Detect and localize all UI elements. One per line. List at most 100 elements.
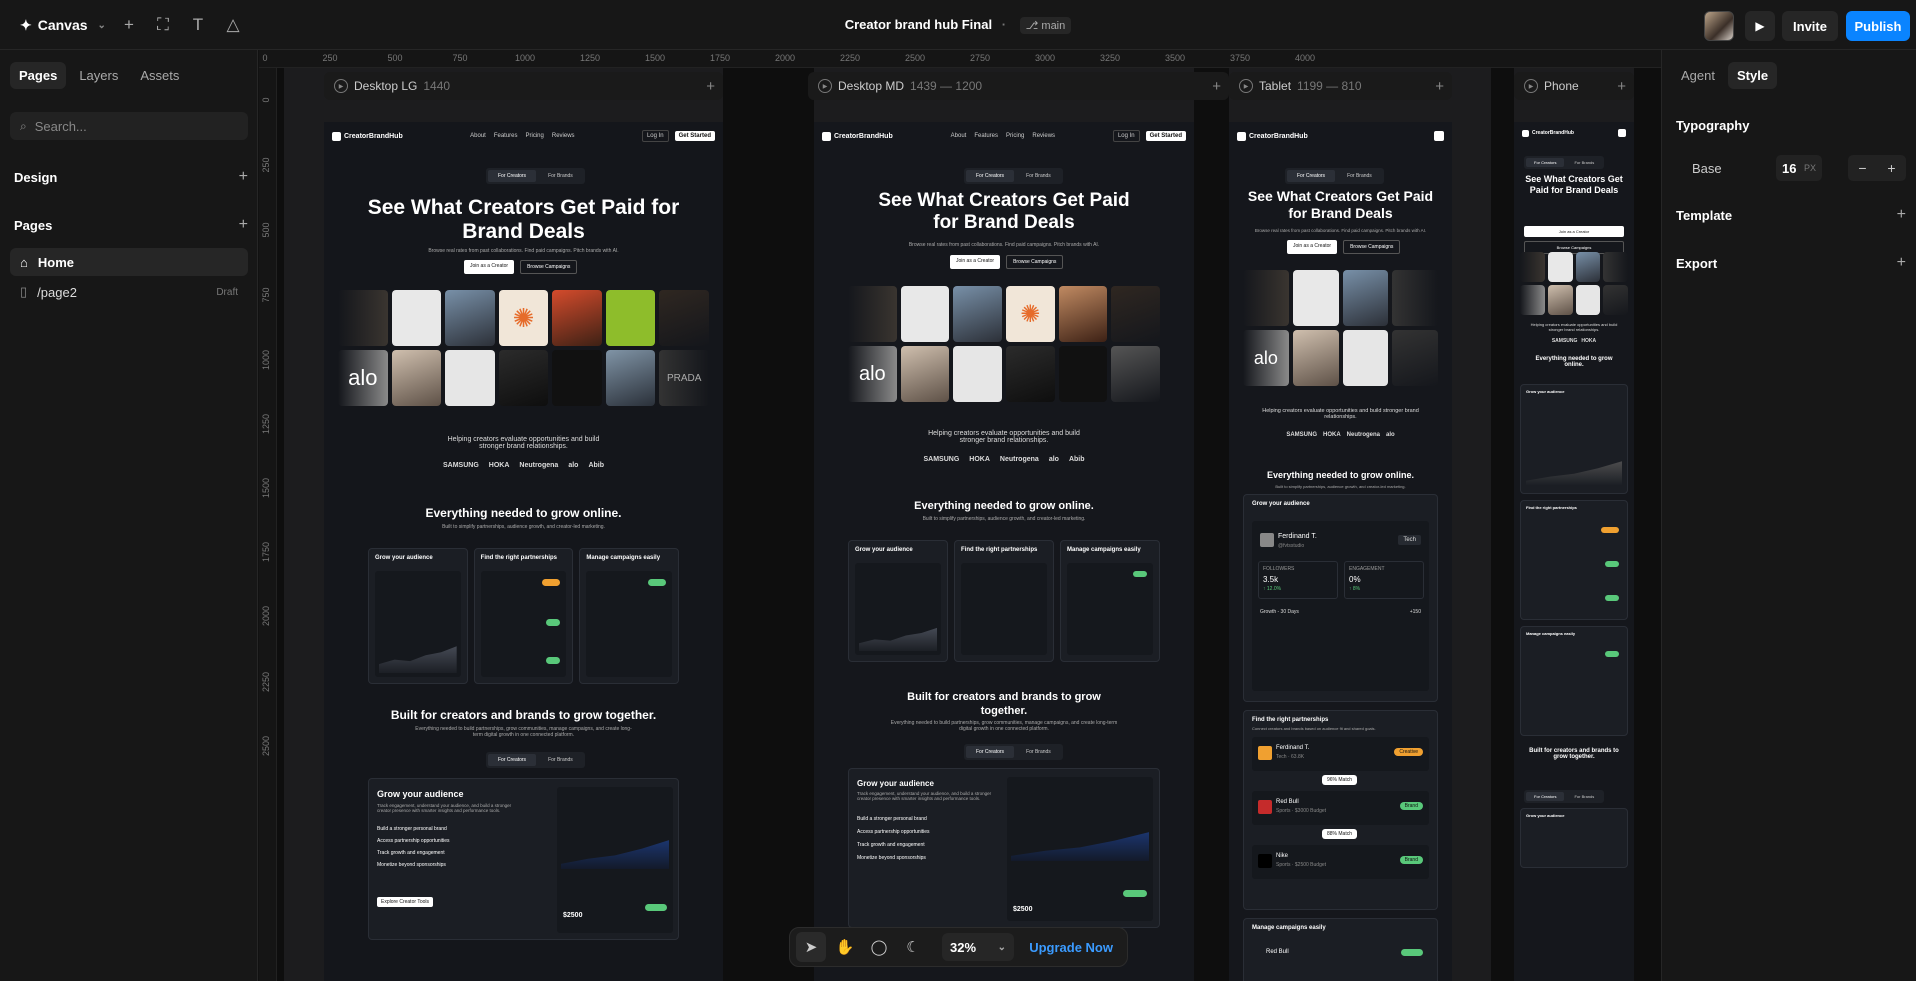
site-tab-brands[interactable]: For Brands bbox=[538, 754, 583, 766]
invite-button[interactable]: Invite bbox=[1782, 11, 1838, 41]
export-section[interactable]: Export + bbox=[1676, 254, 1906, 272]
phone-card-title: Find the right partnerships bbox=[1526, 505, 1577, 510]
frame-preview-icon[interactable]: ▶ bbox=[1524, 79, 1538, 93]
app-menu-button[interactable]: ✦ Canvas ⌄ bbox=[14, 12, 112, 38]
add-breakpoint-icon[interactable]: + bbox=[1617, 78, 1626, 95]
add-design-icon[interactable]: + bbox=[239, 168, 248, 186]
site-tab-creators[interactable]: For Creators bbox=[1526, 792, 1565, 801]
frame-preview-icon[interactable]: ▶ bbox=[818, 79, 832, 93]
site-join-button[interactable]: Join as a Creator bbox=[464, 260, 515, 274]
tab-style[interactable]: Style bbox=[1727, 62, 1778, 89]
upgrade-button[interactable]: Upgrade Now bbox=[1029, 940, 1113, 955]
site-browse-button[interactable]: Browse Campaigns bbox=[1343, 240, 1401, 254]
site-tab-brands[interactable]: For Brands bbox=[1337, 170, 1382, 182]
site-tab-creators[interactable]: For Creators bbox=[966, 746, 1015, 758]
nav-link[interactable]: Reviews bbox=[1032, 133, 1055, 139]
site-brand[interactable]: CreatorBrandHub bbox=[822, 131, 893, 141]
comment-tool-icon[interactable]: ◯ bbox=[864, 932, 894, 962]
search-input[interactable] bbox=[34, 118, 225, 134]
site-big-card: Grow your audience Track engagement, und… bbox=[368, 778, 679, 940]
publish-button[interactable]: Publish bbox=[1846, 11, 1910, 41]
page-item-home[interactable]: ⌂ Home bbox=[10, 248, 248, 276]
zoom-select[interactable]: 32% ⌄ bbox=[942, 933, 1014, 961]
big-card-item: Monetize beyond sponsorships bbox=[857, 855, 926, 861]
site-brand[interactable]: CreatorBrandHub bbox=[1237, 131, 1308, 141]
site-browse-button[interactable]: Browse Campaigns bbox=[520, 260, 578, 274]
branch-badge[interactable]: ⎇ main bbox=[1019, 17, 1072, 34]
nav-link[interactable]: Reviews bbox=[552, 133, 575, 139]
site-join-button[interactable]: Join as a Creator bbox=[950, 255, 1001, 269]
preview-button[interactable]: ▶ bbox=[1745, 11, 1775, 41]
add-page-icon[interactable]: + bbox=[239, 216, 248, 234]
avatar[interactable] bbox=[1704, 11, 1734, 41]
nav-link[interactable]: Features bbox=[974, 133, 998, 139]
frame-header-desktop-md[interactable]: ▶ Desktop MD 1439 — 1200 + bbox=[808, 72, 1229, 100]
increment-icon[interactable]: + bbox=[1877, 155, 1906, 181]
base-size-field[interactable]: 16 PX bbox=[1776, 155, 1822, 181]
site-join-button[interactable]: Join as a Creator bbox=[1524, 226, 1624, 237]
page-item-page2[interactable]: ▯ /page2 Draft bbox=[10, 278, 248, 306]
site-login-button[interactable]: Log In bbox=[641, 130, 669, 142]
add-export-icon[interactable]: + bbox=[1897, 254, 1906, 272]
add-breakpoint-icon[interactable]: + bbox=[706, 78, 715, 95]
site-tab-creators[interactable]: For Creators bbox=[488, 754, 537, 766]
add-icon[interactable]: + bbox=[118, 14, 140, 36]
canvas[interactable]: 0 250 500 750 1000 1250 1500 1750 2000 2250 2500 27… bbox=[259, 50, 1661, 981]
site-tab-brands[interactable]: For Brands bbox=[538, 170, 583, 182]
nav-link[interactable]: About bbox=[951, 133, 967, 139]
site-tab-brands[interactable]: For Brands bbox=[1016, 746, 1061, 758]
text-tool-icon[interactable]: T bbox=[187, 14, 209, 36]
nav-link[interactable]: Pricing bbox=[1006, 133, 1024, 139]
frame-preview-icon[interactable]: ▶ bbox=[334, 79, 348, 93]
design-section[interactable]: Design + bbox=[14, 168, 248, 186]
tag-badge bbox=[546, 619, 561, 626]
site-join-button[interactable]: Join as a Creator bbox=[1287, 240, 1338, 254]
frame-header-phone[interactable]: ▶ Phone + bbox=[1514, 72, 1634, 100]
nav-link[interactable]: Features bbox=[494, 133, 518, 139]
site-section-title: Built for creators and brands to grow to… bbox=[1529, 748, 1619, 760]
tab-assets[interactable]: Assets bbox=[131, 62, 188, 89]
site-tab-creators[interactable]: For Creators bbox=[1526, 158, 1565, 167]
frame-tool-icon[interactable]: ⛶ bbox=[152, 14, 174, 36]
site-tab-creators[interactable]: For Creators bbox=[966, 170, 1015, 182]
dark-mode-icon[interactable]: ☾ bbox=[898, 932, 928, 962]
tab-layers[interactable]: Layers bbox=[70, 62, 127, 89]
site-phone[interactable]: CreatorBrandHub For Creators For Brands … bbox=[1514, 122, 1634, 981]
site-tab-brands[interactable]: For Brands bbox=[1566, 158, 1602, 167]
site-tab-brands[interactable]: For Brands bbox=[1016, 170, 1061, 182]
site-brand[interactable]: CreatorBrandHub bbox=[1522, 129, 1574, 137]
add-breakpoint-icon[interactable]: + bbox=[1212, 78, 1221, 95]
project-title[interactable]: Creator brand hub Final bbox=[845, 17, 992, 32]
shape-tool-icon[interactable]: △ bbox=[222, 14, 244, 36]
site-tab-brands[interactable]: For Brands bbox=[1566, 792, 1602, 801]
add-template-icon[interactable]: + bbox=[1897, 206, 1906, 224]
hand-tool-icon[interactable]: ✋ bbox=[830, 932, 860, 962]
site-tablet[interactable]: CreatorBrandHub For Creators For Brands … bbox=[1229, 122, 1452, 981]
tab-pages[interactable]: Pages bbox=[10, 62, 67, 89]
site-desktop-lg[interactable]: CreatorBrandHub About Features Pricing R… bbox=[324, 122, 723, 981]
explore-button[interactable]: Explore Creator Tools bbox=[377, 897, 433, 907]
search-box[interactable]: ⌕ bbox=[10, 112, 248, 140]
template-section[interactable]: Template + bbox=[1676, 206, 1906, 224]
add-breakpoint-icon[interactable]: + bbox=[1435, 78, 1444, 95]
menu-icon[interactable] bbox=[1618, 129, 1626, 137]
decrement-icon[interactable]: − bbox=[1848, 155, 1877, 181]
site-desktop-md[interactable]: CreatorBrandHub About Features Pricing R… bbox=[814, 122, 1194, 981]
pointer-tool-icon[interactable]: ➤ bbox=[796, 932, 826, 962]
site-browse-button[interactable]: Browse Campaigns bbox=[1006, 255, 1064, 269]
nav-link[interactable]: About bbox=[470, 133, 486, 139]
growth-chart bbox=[379, 646, 457, 673]
site-get-started-button[interactable]: Get Started bbox=[674, 131, 715, 141]
site-login-button[interactable]: Log In bbox=[1112, 130, 1140, 142]
menu-icon[interactable] bbox=[1434, 131, 1444, 141]
frame-header-tablet[interactable]: ▶ Tablet 1199 — 810 + bbox=[1229, 72, 1452, 100]
pages-section[interactable]: Pages + bbox=[14, 216, 248, 234]
site-tab-creators[interactable]: For Creators bbox=[1287, 170, 1336, 182]
site-brand[interactable]: CreatorBrandHub bbox=[332, 131, 403, 141]
tab-agent[interactable]: Agent bbox=[1672, 62, 1724, 89]
frame-preview-icon[interactable]: ▶ bbox=[1239, 79, 1253, 93]
frame-header-desktop-lg[interactable]: ▶ Desktop LG 1440 + bbox=[324, 72, 723, 100]
site-get-started-button[interactable]: Get Started bbox=[1145, 131, 1186, 141]
site-tab-creators[interactable]: For Creators bbox=[488, 170, 537, 182]
nav-link[interactable]: Pricing bbox=[526, 133, 544, 139]
